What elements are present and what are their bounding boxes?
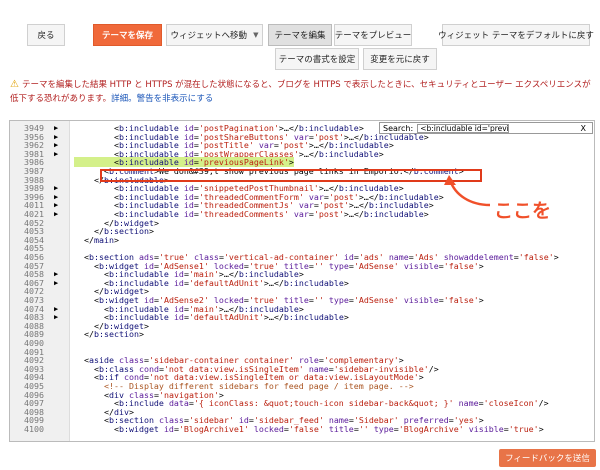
- annotation-label: ここを: [494, 200, 552, 222]
- send-feedback-button[interactable]: フィードバックを送信: [499, 449, 596, 467]
- annotation-arrow: [444, 175, 491, 207]
